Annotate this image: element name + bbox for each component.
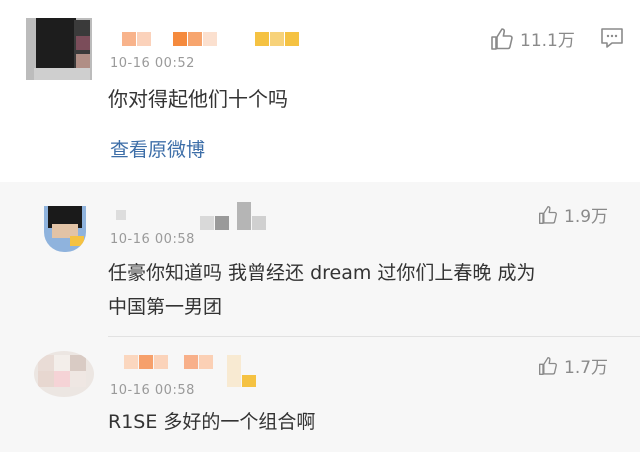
like-button[interactable]: 11.1万 bbox=[490, 26, 575, 51]
like-button[interactable]: 1.9万 bbox=[538, 202, 608, 227]
username[interactable] bbox=[122, 32, 300, 48]
comment-icon[interactable] bbox=[600, 27, 624, 49]
timestamp: 10-16 00:58 bbox=[110, 383, 195, 398]
thumbs-up-icon bbox=[539, 356, 557, 375]
thumbs-up-icon bbox=[539, 205, 557, 224]
avatar[interactable] bbox=[26, 18, 92, 80]
timestamp: 10-16 00:58 bbox=[110, 232, 195, 247]
avatar[interactable] bbox=[44, 206, 86, 252]
avatar[interactable] bbox=[34, 351, 94, 397]
comment-text: 你对得起他们十个吗 bbox=[108, 87, 288, 111]
view-original-link[interactable]: 查看原微博 bbox=[110, 135, 205, 162]
thumbs-up-icon bbox=[491, 27, 513, 50]
like-count: 1.7万 bbox=[564, 358, 609, 378]
like-button[interactable]: 1.7万 bbox=[538, 353, 608, 378]
comment-text-line1: 任豪你知道吗 我曾经还 dream 过你们上春晚 成为 bbox=[108, 262, 536, 284]
username[interactable] bbox=[116, 202, 267, 230]
comment-text: R1SE 多好的一个组合啊 bbox=[108, 411, 316, 433]
like-count: 11.1万 bbox=[520, 31, 575, 51]
like-count: 1.9万 bbox=[564, 207, 609, 227]
reply-card: 1.7万 10-16 00:58 R1SE 多好的一个组合啊 bbox=[0, 337, 640, 452]
top-comment-card: 11.1万 10-16 00:52 你对得起他们十个吗 查看原微博 bbox=[0, 0, 640, 182]
comment-text-line2: 中国第一男团 bbox=[108, 296, 223, 318]
reply-card: 1.9万 10-16 00:58 任豪你知道吗 我曾经还 dream 过你们上春… bbox=[0, 184, 640, 336]
timestamp: 10-16 00:52 bbox=[110, 56, 195, 71]
